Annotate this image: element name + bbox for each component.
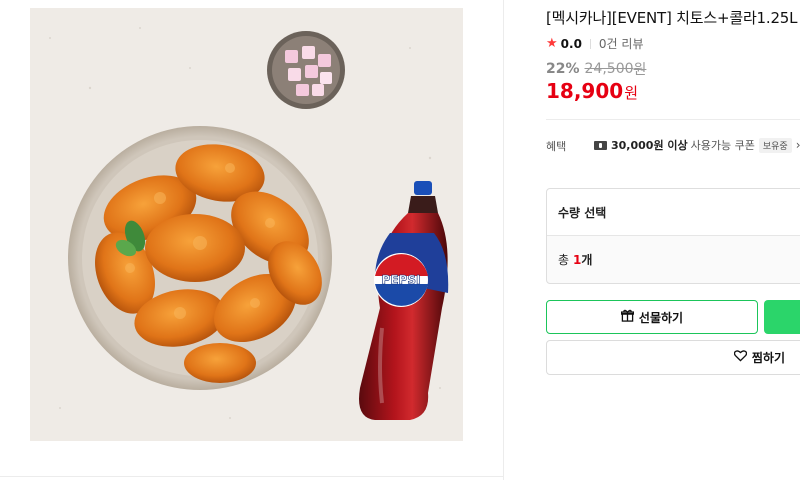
rating-separator	[589, 38, 591, 49]
heart-icon	[733, 350, 748, 365]
coupon-icon	[594, 140, 607, 150]
price-row: 18,900 원	[546, 79, 638, 103]
review-count-link[interactable]: 0건 리뷰	[599, 35, 644, 52]
gift-icon	[620, 309, 634, 325]
column-divider	[503, 0, 504, 480]
benefit-label: 혜택	[546, 140, 567, 153]
product-photo: PEPSI	[30, 8, 463, 441]
coupon-benefit-link[interactable]: 30,000원 이상 사용가능 쿠폰 보유중 ›	[594, 137, 800, 153]
coupon-owned-badge: 보유중	[758, 137, 792, 153]
product-title: [멕시카나][EVENT] 치토스+콜라1.25L	[546, 9, 798, 27]
total-unit: 개	[581, 253, 593, 267]
sale-price: 18,900	[546, 79, 624, 103]
total-count: 1	[573, 252, 582, 267]
chevron-right-icon: ›	[796, 138, 800, 152]
sale-price-currency: 원	[624, 84, 638, 102]
pepsi-logo: PEPSI	[382, 273, 421, 287]
quantity-total: 총 1 개	[547, 236, 800, 283]
quantity-panel: 수량 선택 총 1 개	[546, 188, 800, 284]
gift-button[interactable]: 선물하기	[546, 300, 758, 334]
original-price: 24,500	[584, 61, 634, 77]
section-divider	[546, 119, 800, 120]
coupon-amount: 30,000원 이상	[611, 139, 688, 152]
discount-row: 22% 24,500 원	[546, 59, 646, 79]
product-image[interactable]: PEPSI	[30, 8, 463, 441]
wish-button[interactable]: 찜하기	[546, 340, 800, 375]
original-price-currency: 원	[633, 62, 647, 78]
gift-button-label: 선물하기	[638, 310, 684, 325]
rating-value: 0.0	[560, 36, 582, 51]
wish-button-label: 찜하기	[751, 351, 785, 365]
rating-row: ★ 0.0 0건 리뷰	[546, 35, 644, 52]
quantity-select-header[interactable]: 수량 선택	[547, 189, 800, 236]
buy-button[interactable]	[764, 300, 800, 334]
coupon-description: 사용가능 쿠폰	[690, 139, 755, 152]
discount-rate: 22%	[546, 61, 580, 77]
total-prefix: 총	[558, 253, 570, 267]
image-bottom-divider	[0, 476, 503, 477]
star-icon: ★	[546, 36, 558, 51]
